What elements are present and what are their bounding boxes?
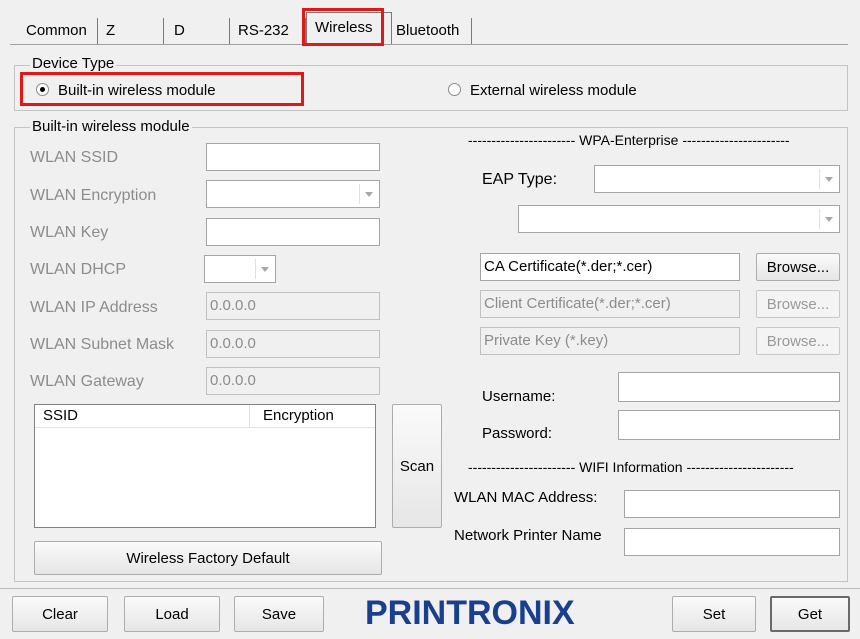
wlan-ssid-input[interactable] bbox=[206, 143, 380, 171]
chevron-down-icon[interactable] bbox=[819, 209, 837, 229]
ssid-column-header[interactable]: SSID bbox=[43, 406, 78, 426]
wlan-subnet-input[interactable]: 0.0.0.0 bbox=[206, 330, 380, 358]
wlan-dhcp-select[interactable] bbox=[204, 255, 276, 283]
clear-button[interactable]: Clear bbox=[12, 596, 108, 632]
client-certificate-input[interactable]: Client Certificate(*.der;*.cer) bbox=[480, 290, 740, 318]
wireless-factory-default-button[interactable]: Wireless Factory Default bbox=[34, 541, 382, 575]
eap-type-label: EAP Type: bbox=[482, 171, 558, 188]
tab-d[interactable]: D bbox=[164, 18, 230, 44]
builtin-group-title: Built-in wireless module bbox=[30, 118, 192, 135]
column-divider[interactable] bbox=[249, 405, 250, 427]
wlan-encryption-label: WLAN Encryption bbox=[30, 187, 157, 204]
wlan-gateway-label: WLAN Gateway bbox=[30, 373, 144, 390]
chevron-down-icon[interactable] bbox=[819, 169, 837, 189]
wlan-key-label: WLAN Key bbox=[30, 224, 109, 241]
external-radio[interactable] bbox=[448, 83, 461, 96]
browse-private-key-button[interactable]: Browse... bbox=[756, 327, 840, 355]
load-button[interactable]: Load bbox=[124, 596, 220, 632]
external-radio-label[interactable]: External wireless module bbox=[470, 81, 637, 101]
wlan-ip-label: WLAN IP Address bbox=[30, 299, 158, 316]
builtin-radio[interactable] bbox=[36, 83, 49, 96]
device-type-title: Device Type bbox=[30, 55, 117, 72]
ssid-list[interactable]: SSID Encryption bbox=[34, 404, 376, 528]
username-label: Username: bbox=[482, 388, 556, 405]
wlan-gateway-input[interactable]: 0.0.0.0 bbox=[206, 367, 380, 395]
wlan-dhcp-label: WLAN DHCP bbox=[30, 261, 127, 278]
chevron-down-icon[interactable] bbox=[255, 259, 273, 279]
password-label: Password: bbox=[482, 425, 553, 442]
wpa-enterprise-heading: ----------------------- WPA-Enterprise -… bbox=[468, 132, 790, 148]
set-button[interactable]: Set bbox=[672, 596, 756, 632]
tab-rs232[interactable]: RS-232 bbox=[230, 18, 306, 44]
network-printer-name-label: Network Printer Name bbox=[454, 527, 602, 544]
wlan-mac-input[interactable] bbox=[624, 490, 840, 518]
tab-common[interactable]: Common bbox=[14, 18, 98, 44]
username-input[interactable] bbox=[618, 372, 840, 402]
get-button[interactable]: Get bbox=[770, 596, 850, 632]
wlan-key-input[interactable] bbox=[206, 218, 380, 246]
ca-certificate-input[interactable]: CA Certificate(*.der;*.cer) bbox=[480, 253, 740, 281]
eap-type-select[interactable] bbox=[594, 165, 840, 193]
tab-wireless[interactable]: Wireless bbox=[306, 12, 392, 44]
wlan-ip-input[interactable]: 0.0.0.0 bbox=[206, 292, 380, 320]
printronix-logo: PRINTRONIX bbox=[365, 594, 575, 632]
wlan-encryption-select[interactable] bbox=[206, 180, 380, 208]
encryption-column-header[interactable]: Encryption bbox=[263, 406, 334, 426]
save-button[interactable]: Save bbox=[234, 596, 324, 632]
chevron-down-icon[interactable] bbox=[359, 184, 377, 204]
scan-button[interactable]: Scan bbox=[392, 404, 442, 528]
tab-z[interactable]: Z bbox=[98, 18, 164, 44]
network-printer-name-input[interactable] bbox=[624, 528, 840, 556]
wifi-information-heading: ----------------------- WIFI Information… bbox=[468, 459, 794, 475]
tab-bluetooth[interactable]: Bluetooth bbox=[392, 18, 472, 44]
browse-ca-button[interactable]: Browse... bbox=[756, 253, 840, 281]
wlan-ssid-label: WLAN SSID bbox=[30, 149, 119, 166]
browse-client-button[interactable]: Browse... bbox=[756, 290, 840, 318]
tab-divider bbox=[10, 44, 848, 45]
ssid-list-header: SSID Encryption bbox=[35, 405, 375, 428]
builtin-radio-label[interactable]: Built-in wireless module bbox=[58, 81, 216, 101]
password-input[interactable] bbox=[618, 410, 840, 440]
wlan-subnet-label: WLAN Subnet Mask bbox=[30, 336, 175, 353]
private-key-input[interactable]: Private Key (*.key) bbox=[480, 327, 740, 355]
wlan-mac-label: WLAN MAC Address: bbox=[454, 489, 598, 506]
bottom-divider bbox=[0, 588, 860, 589]
eap-sub-select[interactable] bbox=[518, 205, 840, 233]
